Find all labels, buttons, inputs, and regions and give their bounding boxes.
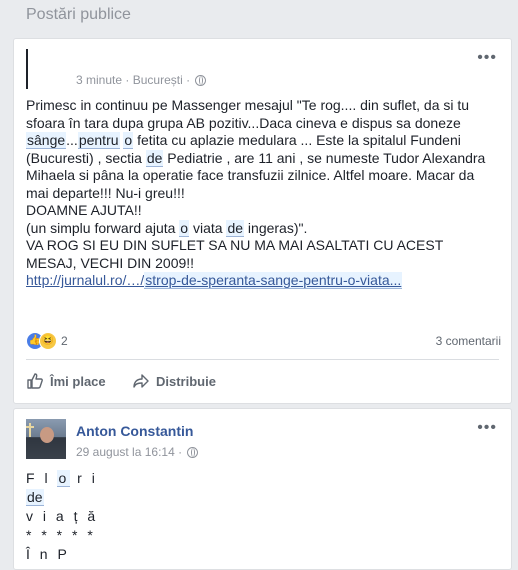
globe-icon[interactable] [187, 447, 199, 459]
author-name[interactable]: Anton Constantin [76, 423, 193, 439]
post-line: sfoara în tara dupa grupa AB pozitiv...D… [26, 114, 461, 131]
poem-line: F l o r i [26, 469, 98, 488]
post-card: 3 minute · București · ••• Primesc in co… [13, 38, 512, 404]
share-label: Distribuie [156, 373, 216, 389]
tag-word[interactable]: de [26, 489, 44, 506]
section-title: Postări publice [26, 6, 131, 23]
tag-word[interactable]: o [123, 132, 134, 149]
more-options-button[interactable]: ••• [477, 419, 497, 437]
meta-separator: · [178, 445, 183, 459]
tag-word[interactable]: sânge [26, 132, 67, 149]
thumbs-up-icon [27, 373, 43, 389]
share-arrow-icon [133, 374, 149, 388]
post-location[interactable]: București [133, 73, 183, 87]
reactions-bar: 👍 😆 2 3 comentarii [26, 331, 501, 351]
avatar-face [40, 427, 54, 443]
author-avatar[interactable] [26, 49, 46, 89]
tag-word[interactable]: de [145, 149, 164, 167]
text-fragment: F l [26, 470, 58, 486]
share-button[interactable]: Distribuie [132, 369, 216, 393]
meta-separator: · [125, 73, 130, 87]
cross-icon [26, 423, 34, 437]
post-line: DOAMNE AJUTA!! [26, 202, 142, 218]
post-body: F l o r i de v i a ț ă * * * * * Î n P [26, 469, 98, 564]
tag-word[interactable]: pentru [77, 132, 120, 149]
post-line: mai departe!!! Nu-i greu!!! [26, 184, 185, 201]
post-card: Anton Constantin 29 august la 16:14 · ••… [13, 408, 512, 570]
comment-count[interactable]: 3 comentarii [436, 334, 501, 348]
post-line: (un simplu forward ajuta o viata de inge… [26, 219, 506, 238]
post-date[interactable]: 29 august la 16:14 [76, 445, 175, 459]
post-line: VA ROG SI EU DIN SUFLET SA NU MA MAI ASA… [26, 237, 444, 253]
post-body: Primesc in continuu pe Massenger mesajul… [26, 97, 506, 290]
post-line: Primesc in continuu pe Massenger mesajul… [26, 97, 470, 113]
tag-word[interactable]: o [179, 219, 190, 237]
post-link[interactable]: http://jurnalul.ro/…/strop-de-speranta-s… [26, 272, 403, 289]
post-meta: 29 august la 16:14 · [76, 445, 199, 459]
globe-icon[interactable] [195, 75, 207, 87]
text-fragment: (un simplu forward ajuta [26, 219, 180, 236]
text-fragment: ... [66, 132, 78, 148]
text-fragment: Pediatrie , are 11 ani , se numeste Tudo… [163, 149, 486, 166]
post-link-line: http://jurnalul.ro/…/strop-de-speranta-s… [26, 272, 506, 290]
text-fragment: ingeras)". [244, 219, 308, 236]
link-rest[interactable]: strop-de-speranta-sange-pentru-o-viata..… [144, 272, 403, 289]
poem-line: v i a ț ă [26, 508, 99, 524]
post-line: Mihaela si pâna la operatie face transfu… [26, 167, 475, 183]
text-fragment: (Bucuresti) , sectia [26, 149, 146, 166]
like-label: Îmi place [50, 373, 106, 389]
post-meta: 3 minute · București · [76, 73, 207, 87]
more-options-button[interactable]: ••• [477, 49, 497, 67]
tag-word[interactable]: de [226, 219, 245, 237]
haha-reaction-icon[interactable]: 😆 [39, 332, 57, 350]
text-fragment: fetita cu aplazie medulara ... Este la s… [133, 132, 461, 148]
post-line: (Bucuresti) , sectia de Pediatrie , are … [26, 149, 506, 168]
post-line: MESAJ, VECHI DIN 2009!! [26, 254, 195, 271]
post-line: sânge...pentru o fetita cu aplazie medul… [26, 132, 506, 150]
tag-word[interactable]: o [57, 470, 71, 487]
poem-line: de [26, 488, 98, 507]
like-button[interactable]: Îmi place [26, 369, 106, 393]
poem-line: * * * * * [26, 527, 96, 543]
divider [26, 359, 499, 360]
meta-separator: · [186, 73, 191, 87]
link-prefix[interactable]: http://jurnalul.ro/…/ [26, 272, 144, 288]
post-time[interactable]: 3 minute [76, 73, 122, 87]
author-avatar[interactable] [26, 419, 66, 459]
text-fragment: r i [70, 470, 98, 486]
text-fragment: viata [189, 219, 227, 236]
poem-line: Î n P [26, 546, 70, 562]
reaction-count[interactable]: 2 [61, 334, 68, 348]
